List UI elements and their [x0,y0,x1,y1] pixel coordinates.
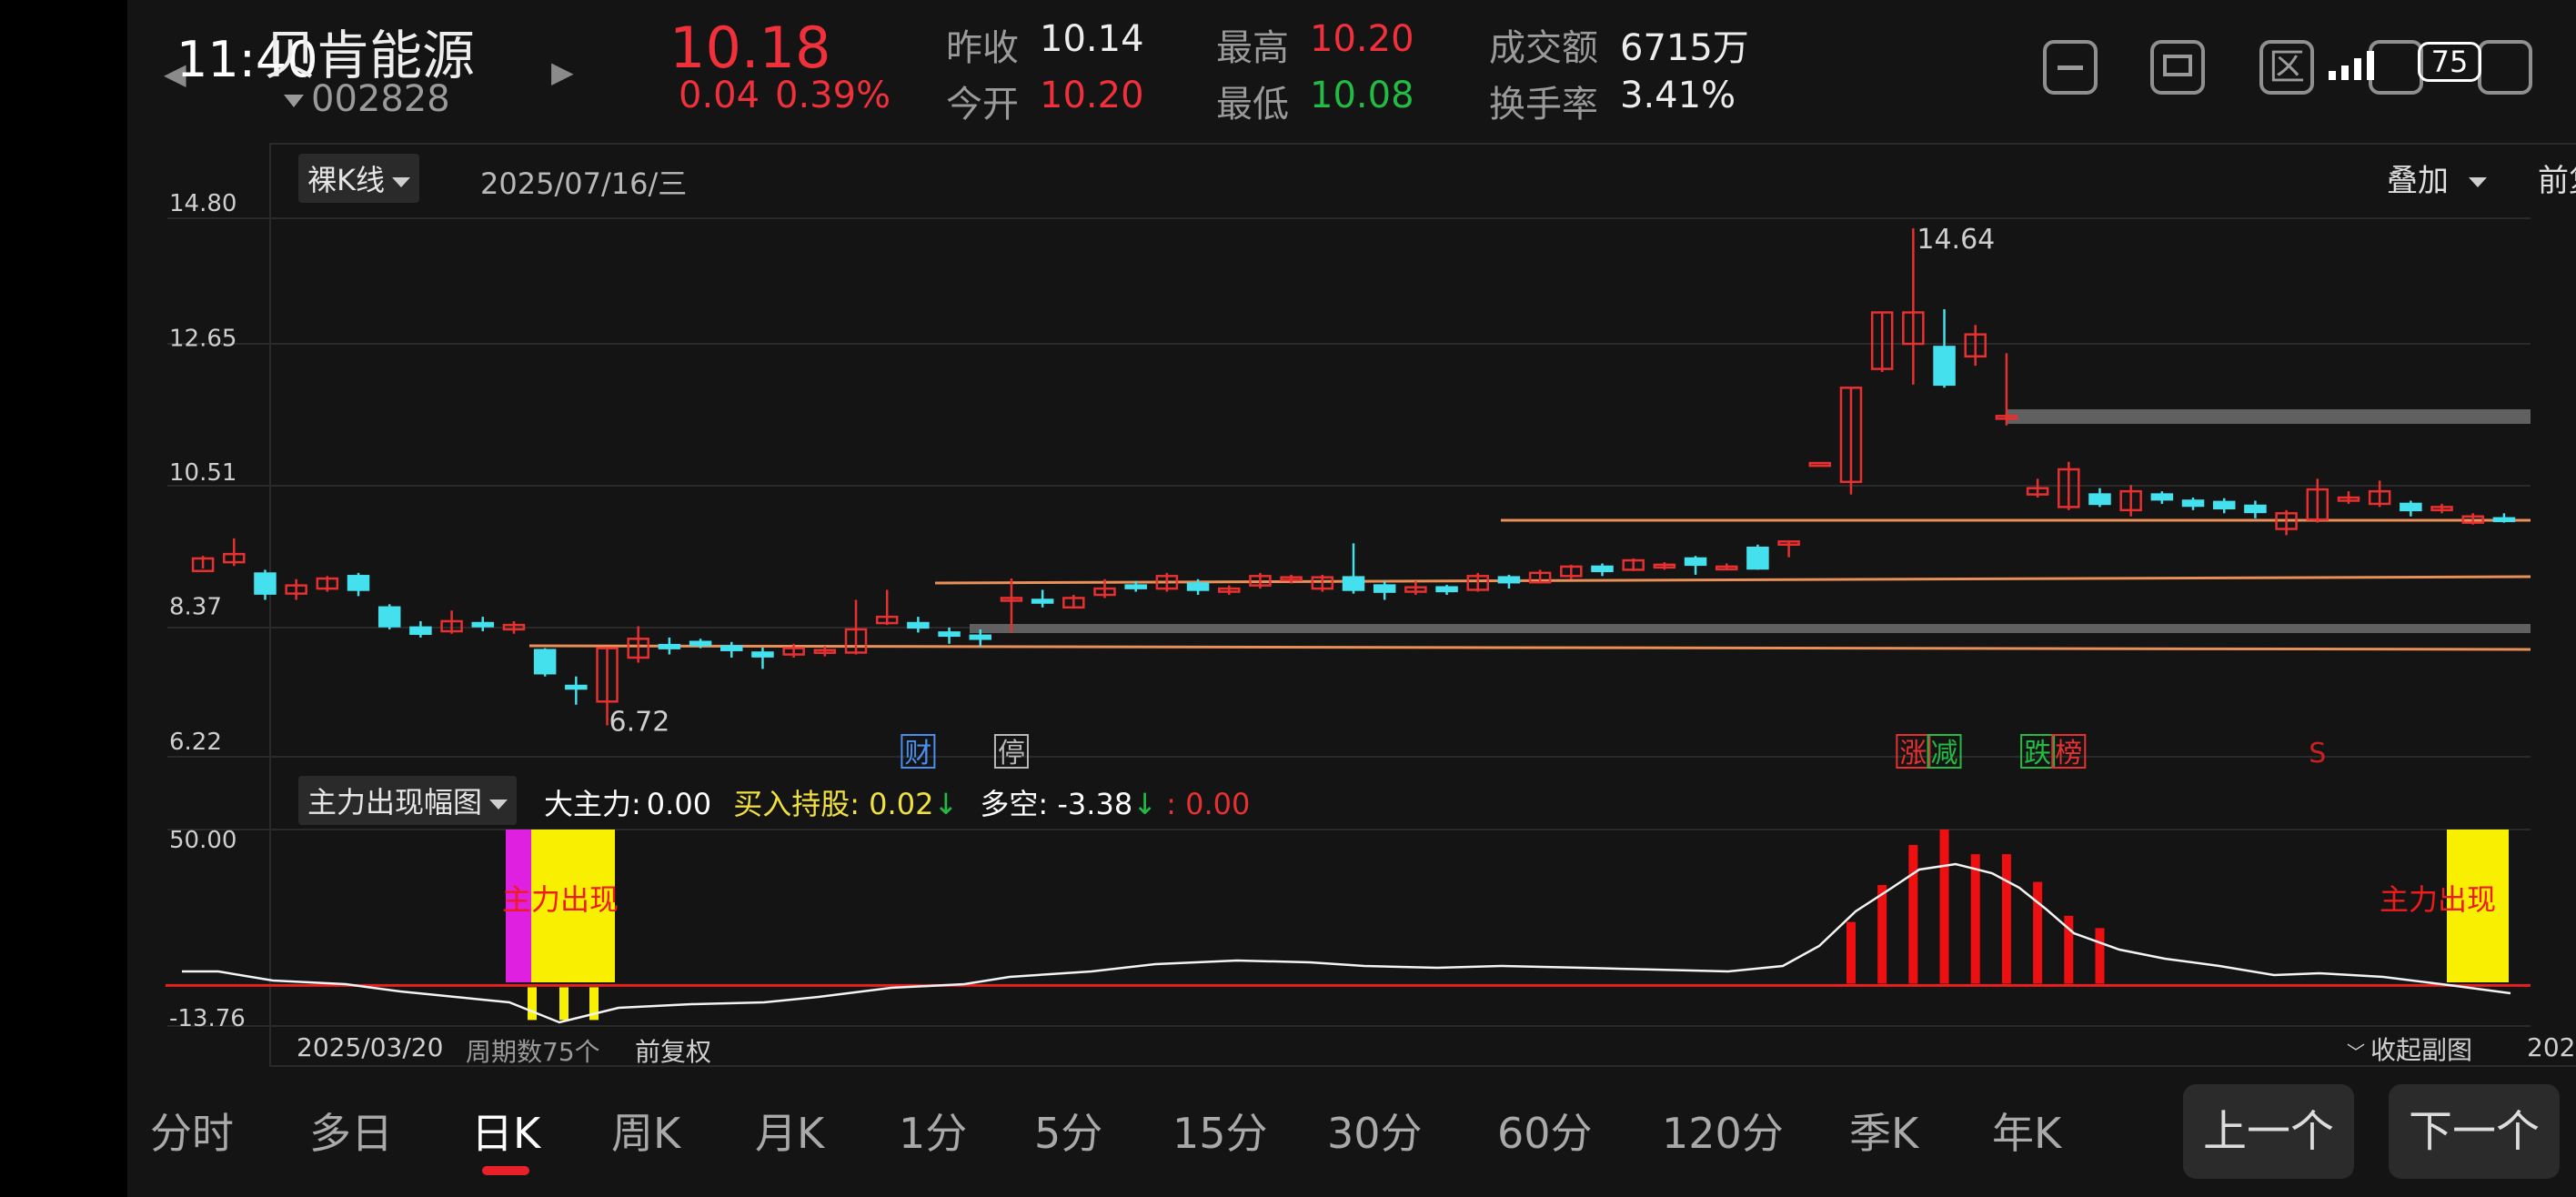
indicator-red-bar-3 [1939,830,1949,984]
tab-12[interactable]: 年K [1992,1101,2061,1161]
tab-8[interactable]: 30分 [1327,1101,1423,1161]
gray-band-2 [2007,409,2531,424]
candle-body-6 [377,606,401,628]
active-tab-underline [482,1166,529,1175]
indicator-red-bar-8 [2095,928,2105,984]
indicator-small-bar-0 [528,987,537,1021]
candle-body-18 [751,651,774,658]
tab-5[interactable]: 1分 [899,1101,967,1161]
tab-2[interactable]: 日K [471,1101,540,1161]
marker-2: 涨 [1899,738,1927,770]
y-tick-label-1: 12.65 [169,325,236,352]
app-window: ◀ 11:40 贝肯能源 002828 ▶ 10.18 0.04 0.39% 昨… [127,0,2576,1197]
prev-button[interactable]: 上一个 [2183,1084,2354,1179]
candle-body-11 [533,649,557,675]
candle-body-64 [2181,499,2205,508]
candle-body-23 [907,621,930,629]
candle-body-24 [938,631,961,638]
indicator-tick-1: -13.76 [169,1005,246,1032]
candle-body-27 [1031,598,1054,604]
candle-body-9 [471,621,495,628]
marker-6: S [2309,738,2326,770]
y-tick-label-3: 8.37 [169,594,222,621]
tab-9[interactable]: 60分 [1497,1101,1593,1161]
indicator-red-bar-4 [1970,854,1980,984]
candle-body-61 [2088,493,2111,506]
tab-3[interactable]: 周K [611,1101,680,1161]
support-line-1 [528,644,2531,651]
indicator-red-bar-0 [1846,921,1856,984]
marker-3: 减 [1931,738,1958,770]
indicator-red-bar-5 [2001,854,2011,984]
candle-body-56 [1933,346,1956,387]
candle-body-50 [1746,546,1769,570]
candle-body-48 [1684,557,1707,567]
candle-body-2 [254,572,277,595]
tab-6[interactable]: 5分 [1034,1101,1102,1161]
y-tick-label-0: 14.80 [169,190,236,217]
candle-body-7 [409,626,432,636]
marker-5: 榜 [2055,738,2082,770]
support-line-2 [934,575,2531,585]
kline-chart[interactable]: 14.80 12.65 10.51 8.37 6.22 14.64 6.72 财 停 涨减 跌榜 S 5… [0,0,2576,1197]
candle-body-52 [1808,461,1832,468]
candle-body-74 [2492,517,2516,523]
max-price-label: 14.64 [1917,224,1995,256]
candle-body-5 [347,575,370,591]
indicator-tick-0: 50.00 [169,827,236,854]
indicator-red-bar-2 [1908,844,1918,984]
candle-body-25 [969,634,992,640]
candle-body-38 [1373,584,1396,593]
candle-body-30 [1124,584,1147,589]
tab-4[interactable]: 月K [755,1101,824,1161]
candle-body-45 [1591,565,1614,573]
indicator-red-bar-6 [2033,881,2043,984]
candle-body-65 [2212,500,2236,510]
candle-body-63 [2150,493,2174,501]
candle-body-15 [658,643,681,649]
y-tick-label-4: 6.22 [169,729,222,756]
candle-body-66 [2244,504,2267,514]
indicator-small-bar-1 [559,987,569,1021]
tab-10[interactable]: 120分 [1662,1101,1784,1161]
marker-1: 停 [998,738,1025,770]
candle-body-16 [689,640,712,647]
marker-0: 财 [904,738,931,770]
min-price-label: 6.72 [609,707,670,739]
candle-body-71 [2400,502,2422,512]
candle-body-42 [1497,576,1521,584]
next-button[interactable]: 下一个 [2389,1084,2560,1179]
candle-body-40 [1435,586,1458,593]
tab-11[interactable]: 季K [1849,1101,1918,1161]
indicator-bar-label-left: 主力出现 [502,882,619,917]
indicator-bar-label-right: 主力出现 [2380,882,2496,917]
tab-7[interactable]: 15分 [1172,1101,1268,1161]
y-tick-label-2: 10.51 [169,459,236,487]
marker-4: 跌 [2024,738,2051,770]
candle-body-32 [1186,582,1210,591]
candle-body-17 [720,645,743,651]
indicator-red-bar-1 [1877,884,1887,984]
candle-body-37 [1342,576,1365,591]
tab-1[interactable]: 多日 [309,1101,393,1161]
candle-body-12 [565,684,588,690]
gray-band-1 [970,624,2531,633]
tab-0[interactable]: 分时 [150,1101,234,1161]
